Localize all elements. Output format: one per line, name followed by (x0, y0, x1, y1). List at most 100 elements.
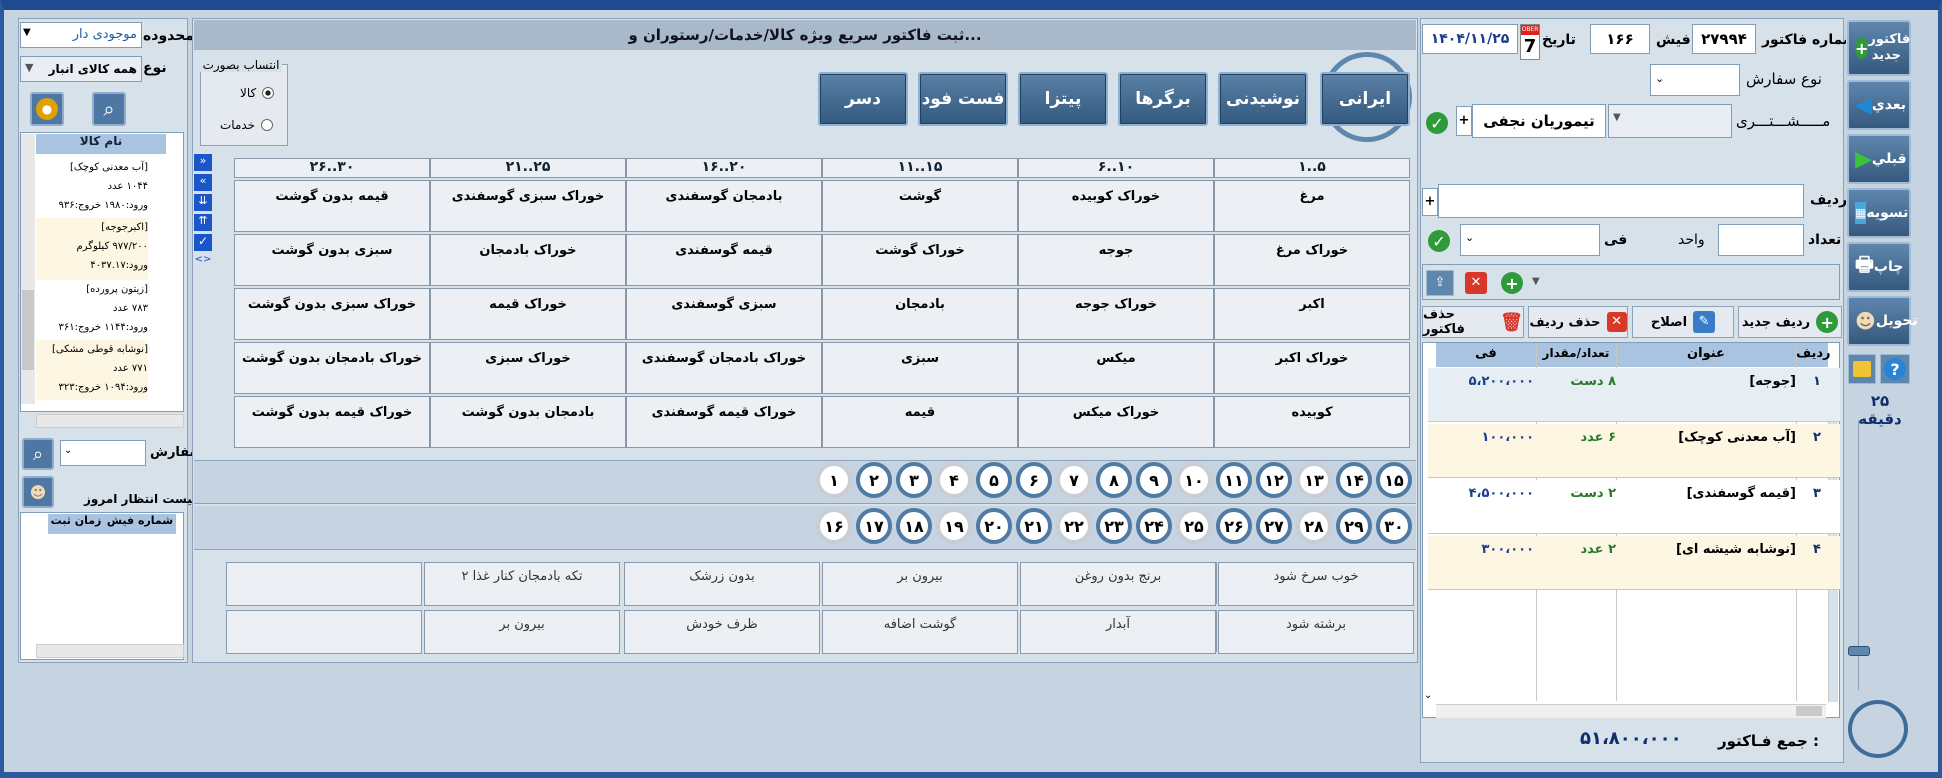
number-button[interactable]: ۲۸ (1296, 508, 1332, 544)
number-button[interactable]: ۲ (856, 462, 892, 498)
delete-invoice-button[interactable]: حذف فاکتور 🗑 (1422, 306, 1524, 338)
menu-item-button[interactable]: بادمجان گوسفندی (626, 180, 822, 232)
menu-item-button[interactable]: خوراک بادمجان گوسفندی (626, 342, 822, 394)
note-button[interactable]: ظرف خودش (624, 610, 820, 654)
menu-item-button[interactable]: خوراک قیمه گوسفندی (626, 396, 822, 448)
note-button[interactable] (226, 562, 422, 606)
category-tab-drinks[interactable]: نوشیدنی (1218, 72, 1308, 126)
cancel-button[interactable]: ✕ (1462, 270, 1490, 296)
number-button[interactable]: ۱۹ (936, 508, 972, 544)
add-button[interactable]: + (1498, 270, 1526, 296)
chevron-down-icon[interactable]: ▼ (23, 27, 31, 38)
add-customer-button[interactable]: + (1456, 106, 1472, 136)
next-button[interactable]: ◀ بعدي (1847, 80, 1911, 130)
note-button[interactable]: آبدار (1020, 610, 1216, 654)
number-button[interactable]: ۱۰ (1176, 462, 1212, 498)
category-tab-pizza[interactable]: پیتزا (1018, 72, 1108, 126)
waitlist-table[interactable] (20, 512, 184, 660)
deliver-button[interactable]: ☻ تحویل (1847, 296, 1918, 346)
stock-hscroll[interactable] (36, 414, 184, 428)
note-button[interactable]: برشته شود (1218, 610, 1414, 654)
timer-slider-thumb[interactable] (1848, 646, 1870, 656)
menu-item-button[interactable]: کوبیده (1214, 396, 1410, 448)
number-button[interactable]: ۱۴ (1336, 462, 1372, 498)
menu-item-button[interactable]: بادمجان (822, 288, 1018, 340)
category-tab-fastfood[interactable]: فست فود (918, 72, 1008, 126)
menu-item-button[interactable]: خوراک مرغ (1214, 234, 1410, 286)
note-button[interactable]: بدون زرشک (624, 562, 820, 606)
number-button[interactable]: ۲۱ (1016, 508, 1052, 544)
number-button[interactable]: ۲۲ (1056, 508, 1092, 544)
table-row[interactable]: ۲ [آب معدنی کوچک] ۶ عدد ۱۰۰،۰۰۰ (1428, 424, 1840, 478)
menu-item-button[interactable]: خوراک قیمه بدون گوشت (234, 396, 430, 448)
new-row-button[interactable]: ردیف جدید + (1738, 306, 1842, 338)
number-button[interactable]: ۱۳ (1296, 462, 1332, 498)
invoice-number-field[interactable]: ۲۷۹۹۴ (1692, 24, 1756, 54)
number-button[interactable]: ۱۱ (1216, 462, 1252, 498)
category-tab-dessert[interactable]: دسر (818, 72, 908, 126)
menu-item-button[interactable]: سبزی بدون گوشت (234, 234, 430, 286)
menu-item-button[interactable]: مرغ (1214, 180, 1410, 232)
folder-button[interactable] (1848, 354, 1876, 384)
number-button[interactable]: ۳۰ (1376, 508, 1412, 544)
table-row[interactable]: ۱ [جوجه] ۸ دست ۵،۲۰۰،۰۰۰ (1428, 368, 1840, 422)
up-page-icon[interactable]: ⇈ (194, 214, 212, 231)
menu-item-button[interactable]: اکبر (1214, 288, 1410, 340)
stock-item[interactable]: [آب معدنی کوچک] ۱۰۴۴ عدد ورود:۱۹۸۰ خروج:… (36, 158, 148, 215)
print-button[interactable]: 🖶 چاپ (1847, 242, 1911, 292)
refresh-stock-button[interactable]: ● (30, 92, 64, 126)
note-button[interactable]: ۲ تکه بادمجان کنار غذا (424, 562, 620, 606)
number-button[interactable]: ۳ (896, 462, 932, 498)
number-button[interactable]: ۲۹ (1336, 508, 1372, 544)
menu-item-button[interactable]: قیمه گوسفندی (626, 234, 822, 286)
number-button[interactable]: ۲۷ (1256, 508, 1292, 544)
radio-goods[interactable]: کالا (240, 86, 275, 100)
stock-item[interactable]: [نوشابه قوطی مشکی] ۷۷۱ عدد ورود:۱۰۹۴ خرو… (36, 340, 148, 400)
menu-item-button[interactable]: قیمه بدون گوشت (234, 180, 430, 232)
stock-item[interactable]: [زیتون پرورده] ۷۸۳ عدد ورود:۱۱۴۴ خروج:۳۶… (36, 280, 148, 337)
menu-item-button[interactable]: بادمجان بدون گوشت (430, 396, 626, 448)
menu-item-button[interactable]: خوراک میکس (1018, 396, 1214, 448)
menu-item-button[interactable]: خوراک قیمه (430, 288, 626, 340)
menu-item-button[interactable]: سبزی (822, 342, 1018, 394)
menu-item-button[interactable]: خوراک کوبیده (1018, 180, 1214, 232)
stock-scroll-thumb[interactable] (22, 290, 34, 370)
menu-item-button[interactable]: خوراک گوشت (822, 234, 1018, 286)
menu-item-button[interactable]: گوشت (822, 180, 1018, 232)
menu-item-button[interactable]: میکس (1018, 342, 1214, 394)
number-button[interactable]: ۷ (1056, 462, 1092, 498)
menu-item-button[interactable]: خوراک بادمجان (430, 234, 626, 286)
search-order-button[interactable]: ⌕ (22, 438, 54, 470)
menu-item-button[interactable]: جوجه (1018, 234, 1214, 286)
number-button[interactable]: ۴ (936, 462, 972, 498)
table-row[interactable]: ۳ [قیمه گوسفندی] ۲ دست ۴،۵۰۰،۰۰۰ (1428, 480, 1840, 534)
pin-button[interactable]: ⇪ (1426, 270, 1454, 296)
date-field[interactable]: ۱۴۰۴/۱۱/۲۵ (1422, 24, 1518, 54)
radio-dot[interactable] (261, 119, 274, 131)
number-button[interactable]: ۸ (1096, 462, 1132, 498)
number-button[interactable]: ۱۶ (816, 508, 852, 544)
expand-icon[interactable]: <> (194, 254, 212, 268)
note-button[interactable]: بیرون بر (424, 610, 620, 654)
note-button[interactable]: بیرون بر (822, 562, 1018, 606)
menu-item-button[interactable]: قیمه (822, 396, 1018, 448)
confirm-row-button[interactable]: ✓ (1426, 228, 1452, 254)
menu-item-button[interactable]: خوراک سبزی گوسفندی (430, 180, 626, 232)
menu-item-button[interactable]: خوراک سبزی (430, 342, 626, 394)
customer-name-field[interactable]: تیموریان نجفی (1472, 104, 1606, 138)
next-page-icon[interactable]: « (194, 174, 212, 191)
menu-item-button[interactable]: خوراک اکبر (1214, 342, 1410, 394)
order-type-select[interactable]: ⌄ (1650, 64, 1740, 96)
invoice-hscroll[interactable] (1436, 704, 1826, 718)
calendar-icon[interactable]: OBER 7 (1520, 24, 1540, 60)
number-button[interactable]: ۵ (976, 462, 1012, 498)
down-page-icon[interactable]: ⇊ (194, 194, 212, 211)
person-button[interactable]: ☻ (22, 476, 54, 508)
receipt-field[interactable]: ۱۶۶ (1590, 24, 1650, 54)
menu-item-button[interactable]: خوراک سبزی بدون گوشت (234, 288, 430, 340)
order-select[interactable]: ⌄ (60, 440, 146, 466)
menu-item-button[interactable]: خوراک جوجه (1018, 288, 1214, 340)
count-field[interactable] (1718, 224, 1804, 256)
category-tab-iranian[interactable]: ایرانی (1320, 72, 1410, 126)
number-button[interactable]: ۱۵ (1376, 462, 1412, 498)
